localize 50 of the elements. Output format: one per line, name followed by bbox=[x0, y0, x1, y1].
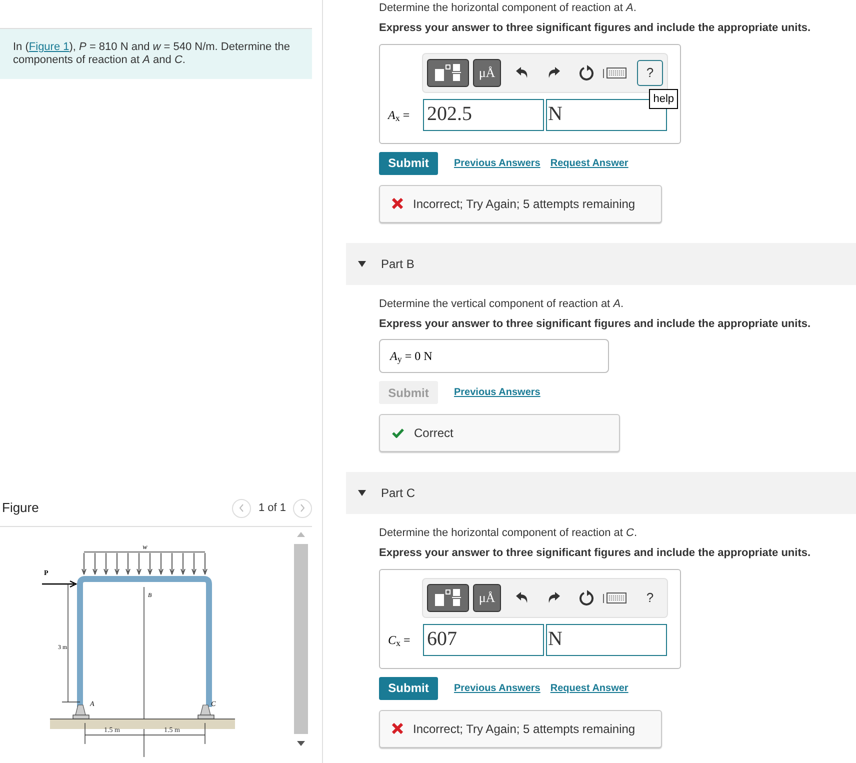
part-header[interactable]: Part C bbox=[346, 472, 856, 514]
question-prompt: Determine the horizontal component of reaction at A. bbox=[379, 1, 638, 15]
caret-icon bbox=[358, 490, 366, 496]
submit-button[interactable]: Submit bbox=[379, 676, 438, 700]
help-button[interactable]: ? bbox=[637, 584, 663, 610]
answer-link[interactable]: Previous Answers bbox=[454, 680, 540, 696]
instruction-text: Express your answer to three significant figures and include the appropriate units. bbox=[379, 21, 812, 36]
units-button[interactable]: μÅ bbox=[473, 58, 501, 86]
feedback-text: Incorrect; Try Again; 5 attempts remaining bbox=[413, 196, 636, 212]
part-header[interactable]: Part B bbox=[346, 242, 856, 284]
submit-button[interactable]: Submit bbox=[379, 152, 438, 174]
template-button[interactable] bbox=[427, 584, 469, 612]
keyboard-icon[interactable] bbox=[603, 66, 627, 78]
figure-title: Figure bbox=[2, 499, 39, 518]
template-icon bbox=[433, 588, 463, 608]
answer-link[interactable]: Previous Answers bbox=[454, 385, 540, 400]
redo-icon[interactable] bbox=[547, 590, 561, 604]
chevron-right-icon bbox=[300, 504, 305, 512]
reset-icon[interactable] bbox=[579, 64, 595, 80]
unit-field[interactable]: N bbox=[546, 624, 667, 656]
redo-icon[interactable] bbox=[547, 66, 561, 80]
template-button[interactable] bbox=[427, 58, 469, 86]
answer-label: A$_{x}$ = bbox=[388, 106, 411, 124]
chevron-left-icon bbox=[239, 504, 244, 512]
instruction-text: Express your answer to three significant figures and include the appropriate units. bbox=[379, 316, 812, 332]
help-button[interactable]: ? bbox=[637, 60, 663, 86]
figure-pager: 1 of 1 bbox=[258, 500, 286, 516]
problem-statement: In (Figure 1), P = 810 N and w = 540 N/m. Determine the components of reaction at A and C. bbox=[13, 41, 292, 67]
question-prompt: Determine the horizontal component of reaction at C. bbox=[379, 526, 638, 540]
answer-link[interactable]: Previous Answers bbox=[454, 156, 540, 170]
answer-value: A$_{y}$ = 0 N bbox=[390, 348, 432, 365]
undo-icon[interactable] bbox=[515, 590, 529, 604]
answer-label: C$_{x}$ = bbox=[388, 632, 412, 648]
help-tooltip: help bbox=[649, 88, 678, 109]
feedback-text: Correct bbox=[414, 425, 454, 442]
instruction-text: Express your answer to three significant figures and include the appropriate units. bbox=[379, 546, 812, 561]
reset-icon[interactable] bbox=[579, 590, 595, 606]
value-field[interactable]: 607 bbox=[423, 624, 544, 656]
scroll-down-icon[interactable] bbox=[297, 741, 305, 746]
caret-icon bbox=[358, 260, 366, 266]
keyboard-icon[interactable] bbox=[603, 592, 627, 604]
undo-icon[interactable] bbox=[515, 66, 529, 80]
value-field[interactable]: 202.5 bbox=[423, 98, 544, 130]
question-prompt: Determine the vertical component of reaction at A. bbox=[379, 296, 625, 310]
answer-link[interactable]: Request Answer bbox=[550, 156, 628, 170]
template-icon bbox=[433, 62, 463, 82]
units-button[interactable]: μÅ bbox=[473, 584, 501, 612]
answer-link[interactable]: Request Answer bbox=[550, 680, 628, 696]
feedback-text: Incorrect; Try Again; 5 attempts remaining bbox=[413, 720, 636, 738]
figure-link[interactable]: Figure 1 bbox=[28, 41, 70, 53]
